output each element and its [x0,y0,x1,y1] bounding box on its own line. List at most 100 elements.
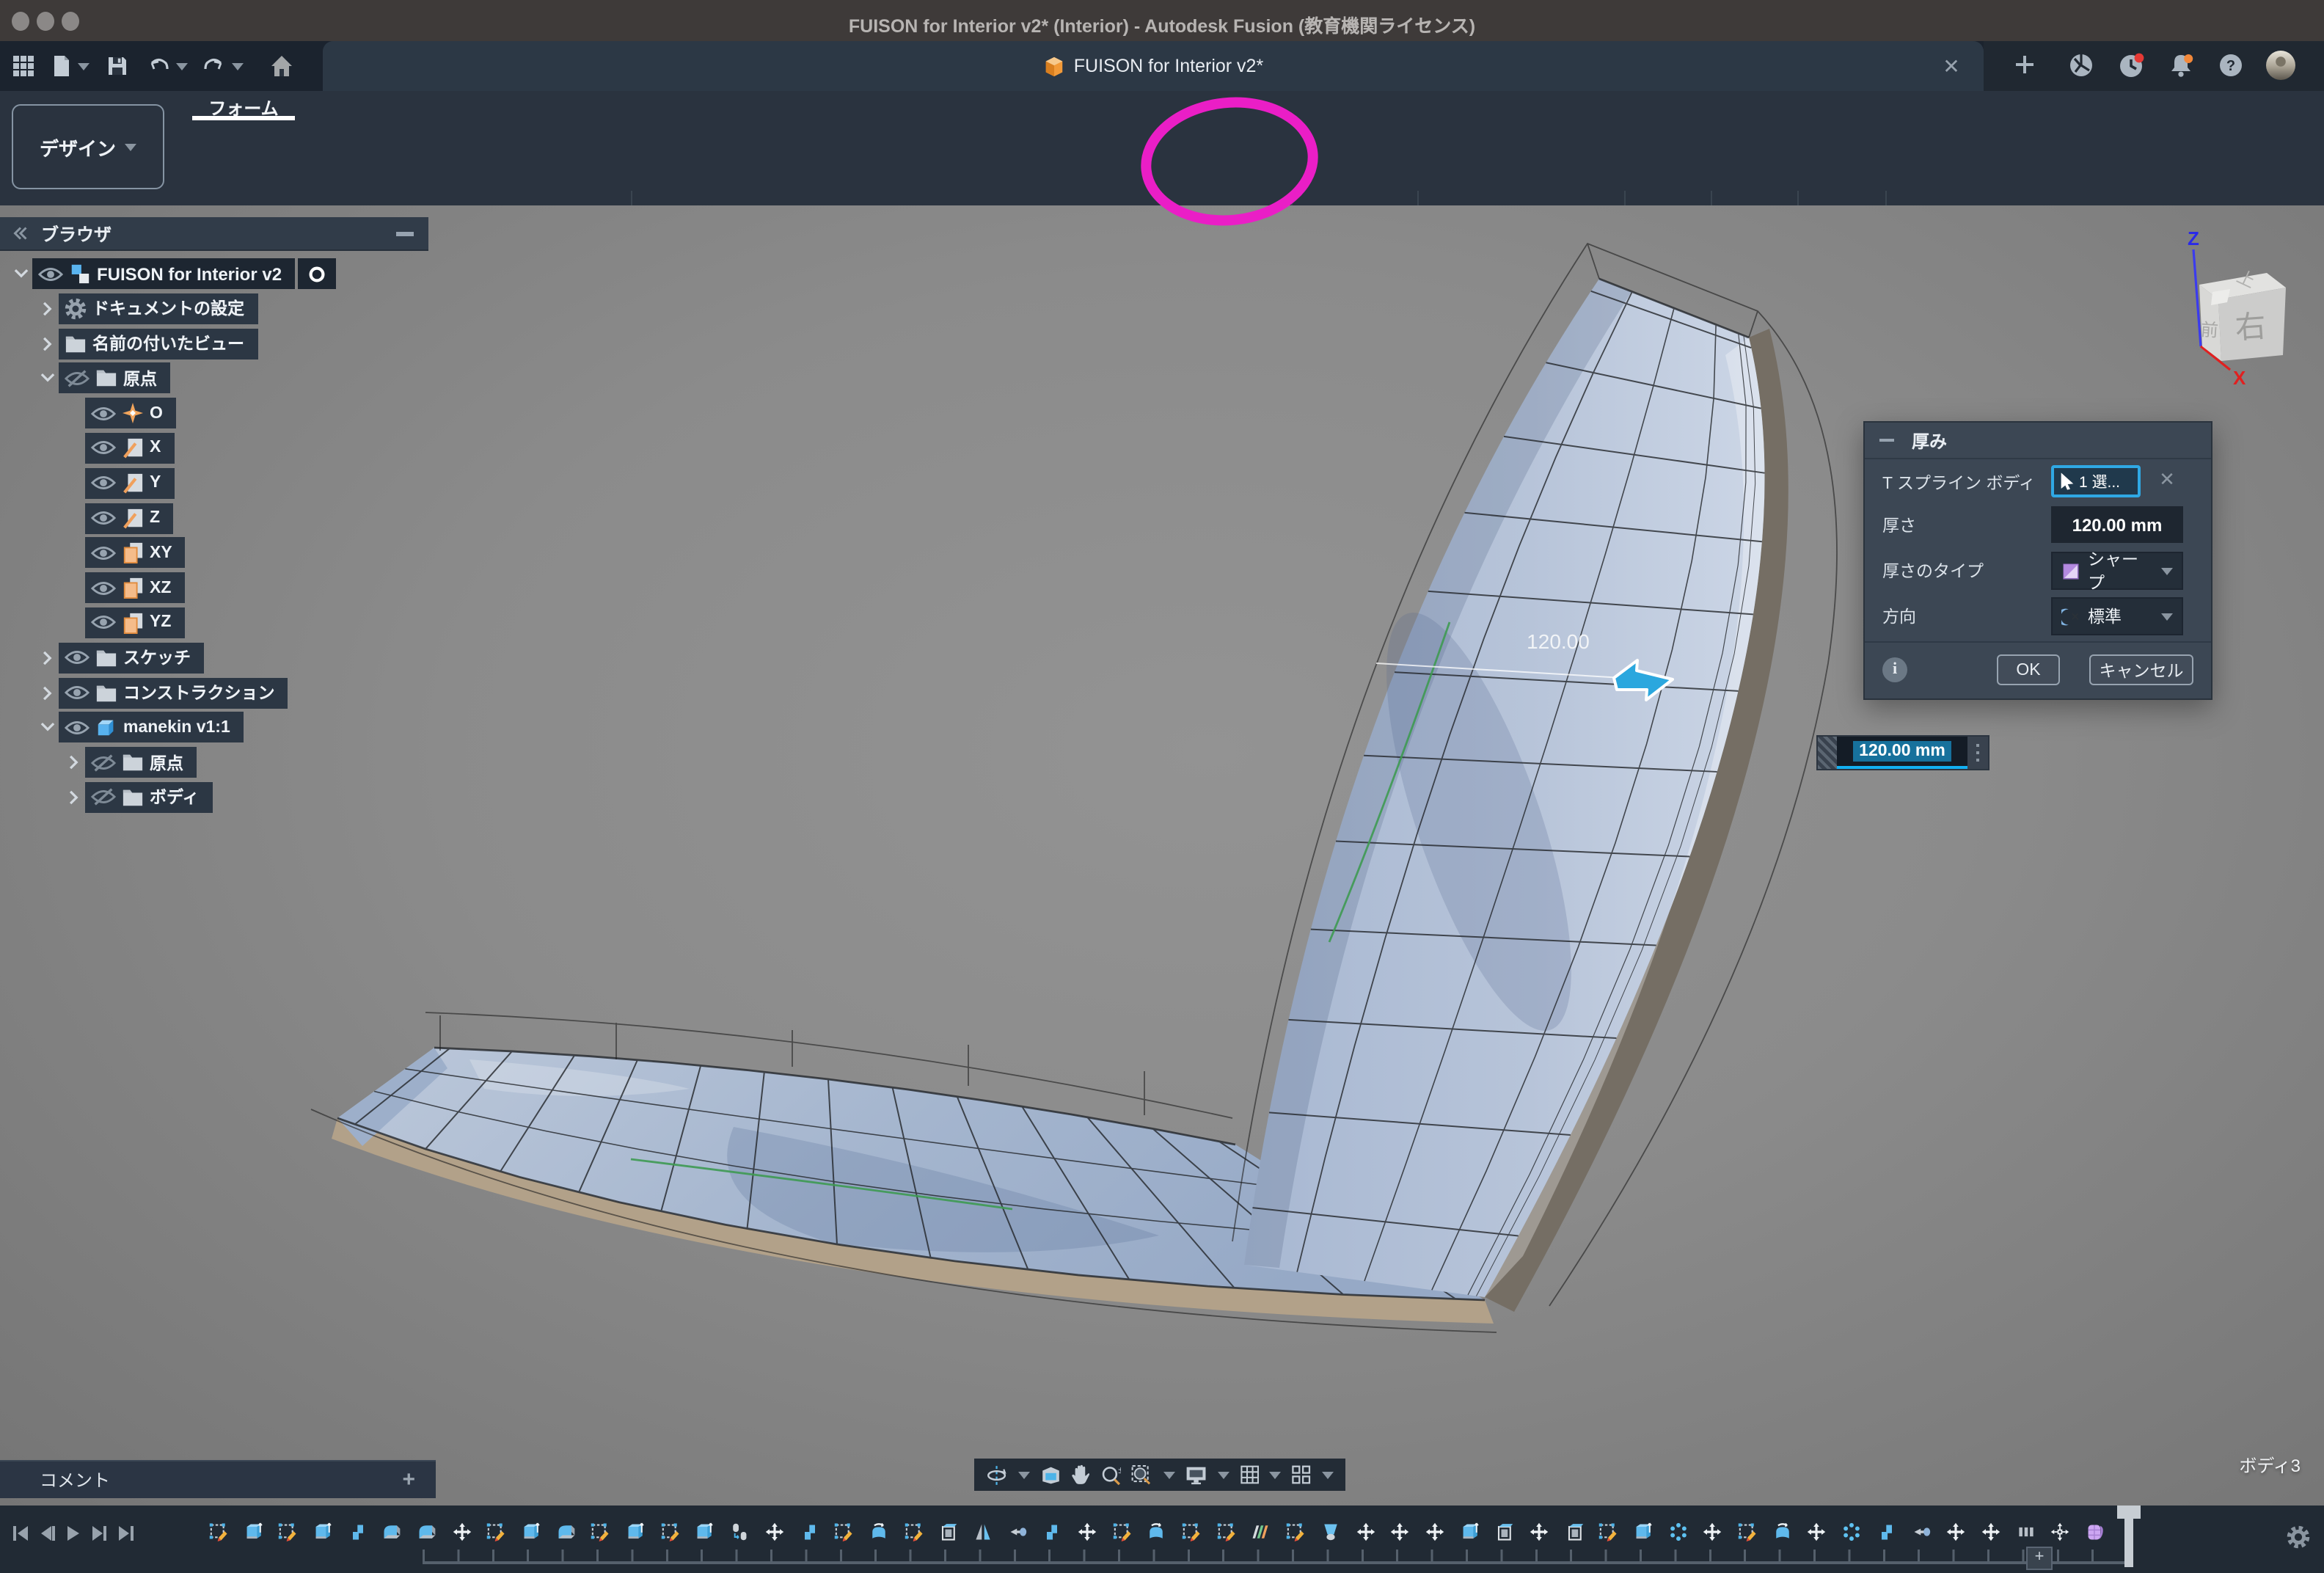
timeline-feature-pattern[interactable] [1661,1519,1695,1545]
timeline-feature-box[interactable] [931,1519,965,1545]
minimize-panel-icon[interactable] [396,232,414,236]
timeline-feature-sketch[interactable] [1209,1519,1243,1545]
viewcube[interactable]: Z X 右 前 上 [2157,223,2309,393]
tree-row[interactable]: YZ [0,607,336,638]
pan-icon[interactable] [1071,1463,1090,1486]
tree-chevron-icon[interactable] [38,649,59,668]
tree-chevron-icon[interactable] [65,753,85,772]
clear-selection-icon[interactable]: ✕ [2155,468,2179,492]
display-settings-caret-icon[interactable] [1217,1471,1229,1478]
timeline-feature-sketch[interactable] [896,1519,931,1545]
timeline-feature-move[interactable] [445,1519,479,1545]
dialog-header[interactable]: 厚み [1865,423,2211,459]
timeline-feature-sketch[interactable] [827,1519,861,1545]
grid-settings-icon[interactable] [1239,1463,1259,1486]
dimension-input-field[interactable]: 120.00 mm [1837,737,1967,769]
timeline-feature-sketch[interactable] [583,1519,618,1545]
timeline-feature-pattern[interactable] [1835,1519,1869,1545]
file-menu-icon[interactable] [50,54,73,78]
info-icon[interactable]: i [1882,657,1907,682]
timeline-feature-combine[interactable] [792,1519,826,1545]
eye-visible-icon[interactable] [65,684,89,701]
play-icon[interactable] [65,1525,82,1542]
tree-chevron-icon[interactable] [12,264,32,283]
timeline-feature-point[interactable] [1001,1519,1035,1545]
timeline-playhead[interactable] [2124,1508,2133,1567]
workspace-selector[interactable]: デザイン [12,104,164,189]
tree-row[interactable]: Z [0,503,336,533]
comments-bar[interactable]: コメント + [0,1460,436,1498]
timeline-feature-point[interactable] [1904,1519,1938,1545]
dimension-input-drag-handle[interactable] [1818,737,1837,769]
dialog-minimize-icon[interactable] [1879,439,1894,442]
activate-component-radio[interactable] [298,258,336,289]
redo-icon[interactable] [202,54,226,78]
timeline-feature-fillet[interactable] [375,1519,409,1545]
dimension-input[interactable]: 120.00 mm [1816,735,1989,770]
eye-visible-icon[interactable] [65,649,89,667]
timeline-group-expand-icon[interactable]: + [2026,1547,2053,1570]
orbit-icon[interactable] [986,1462,1007,1487]
timeline-feature-combine[interactable] [340,1519,375,1545]
timeline-feature-extrude[interactable] [1626,1519,1660,1545]
timeline-feature-revolve[interactable] [1765,1519,1799,1545]
add-comment-icon[interactable]: + [402,1467,415,1492]
eye-visible-icon[interactable] [65,719,89,737]
tree-row[interactable]: 原点 [0,363,336,394]
timeline-feature-extrude[interactable] [514,1519,548,1545]
eye-visible-icon[interactable] [91,509,116,527]
eye-hidden-icon[interactable] [65,370,89,387]
help-icon[interactable]: ? [2218,53,2242,76]
look-at-icon[interactable] [1039,1464,1061,1486]
tree-row[interactable]: XZ [0,572,336,603]
step-forward-icon[interactable] [91,1525,109,1542]
display-settings-icon[interactable] [1185,1464,1207,1486]
timeline-feature-sketch[interactable] [653,1519,687,1545]
tree-row[interactable]: X [0,433,336,464]
zoom-window-icon[interactable] [1132,1462,1153,1487]
document-tab[interactable]: FUISON for Interior v2* ✕ [323,41,1984,91]
tree-row[interactable]: manekin v1:1 [0,712,336,743]
tree-chevron-icon[interactable] [38,299,59,318]
undo-caret-icon[interactable] [176,63,188,70]
timeline-feature-mirror[interactable] [965,1519,1000,1545]
timeline-feature-sketch[interactable] [271,1519,305,1545]
tree-chevron-icon[interactable] [65,788,85,807]
eye-visible-icon[interactable] [91,544,116,562]
undo-icon[interactable] [147,54,170,78]
go-to-start-icon[interactable] [12,1525,29,1542]
tree-row[interactable]: ドキュメントの設定 [0,293,336,324]
eye-visible-icon[interactable] [91,614,116,632]
redo-caret-icon[interactable] [232,63,244,70]
notifications-bell-icon[interactable] [2168,53,2192,76]
eye-visible-icon[interactable] [91,475,116,492]
timeline-feature-move[interactable] [1417,1519,1452,1545]
timeline-feature-fillet[interactable] [409,1519,444,1545]
home-icon[interactable] [270,54,293,78]
timeline-feature-move[interactable] [1383,1519,1417,1545]
3d-viewport[interactable]: 120.00 [0,205,2324,1506]
cancel-button[interactable]: キャンセル [2089,654,2193,685]
timeline-feature-freemove[interactable] [2043,1519,2078,1545]
tree-chevron-icon[interactable] [38,369,59,388]
timeline-feature-combine[interactable] [1869,1519,1904,1545]
tspline-model[interactable]: 120.00 [0,205,2324,1506]
thicken-dialog[interactable]: 厚み T スプライン ボディ 1 選... ✕ 厚さ 120.00 mm 厚さの… [1863,421,2212,700]
tree-row[interactable]: XY [0,538,336,569]
timeline-feature-move[interactable] [1799,1519,1834,1545]
document-tab-close-icon[interactable]: ✕ [1940,54,1963,78]
tree-row[interactable]: コンストラクション [0,677,336,708]
timeline-feature-extrude[interactable] [235,1519,270,1545]
timeline-feature-move[interactable] [1521,1519,1556,1545]
timeline-feature-loft[interactable] [1313,1519,1348,1545]
eye-visible-icon[interactable] [91,404,116,422]
timeline-feature-revolve[interactable] [861,1519,896,1545]
collapse-panel-icon[interactable] [12,225,29,242]
timeline-feature-move[interactable] [1070,1519,1104,1545]
selection-chip[interactable]: 1 選... [2051,465,2141,497]
tree-row[interactable]: 原点 [0,747,336,778]
save-icon[interactable] [106,54,129,78]
viewports-icon[interactable] [1292,1463,1312,1486]
timeline-feature-planes[interactable] [1243,1519,1278,1545]
tree-chevron-icon[interactable] [38,334,59,353]
